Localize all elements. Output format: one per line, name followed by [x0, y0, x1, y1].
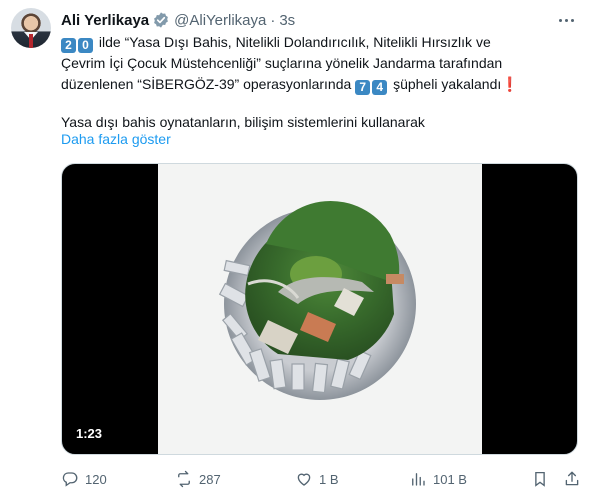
- tweet-card[interactable]: Ali Yerlikaya @AliYerlikaya · 3s 20 ilde…: [0, 0, 592, 499]
- tweet-line-3-text: düzenlenen “SİBERGÖZ-39” operasyonlarınd…: [61, 76, 352, 92]
- avatar-tie: [29, 34, 33, 48]
- tweet-line-1-text: ilde “Yasa Dışı Bahis, Nitelikli Dolandı…: [98, 34, 491, 50]
- author-handle[interactable]: @AliYerlikaya: [174, 12, 266, 29]
- tweet-line-3: düzenlenen “SİBERGÖZ-39” operasyonlarınd…: [61, 74, 581, 95]
- like-button[interactable]: 1 B: [295, 469, 339, 489]
- share-button[interactable]: [563, 469, 587, 489]
- tweet-actions: 120 287 1 B 101 B: [61, 469, 581, 489]
- author-name[interactable]: Ali Yerlikaya: [61, 12, 149, 29]
- exclamation-emoji: ❗: [501, 76, 519, 92]
- keycap-digit: 0: [78, 38, 93, 53]
- tweet-line-2: Çevrim İçi Çocuk Müstehcenliği” suçların…: [61, 55, 503, 71]
- repost-count: 287: [199, 471, 221, 487]
- reply-button[interactable]: 120: [61, 469, 107, 489]
- show-more-link[interactable]: Daha fazla göster: [61, 131, 171, 147]
- repost-icon: [178, 470, 190, 488]
- repost-button[interactable]: 287: [175, 469, 221, 489]
- more-options-icon[interactable]: [556, 10, 576, 30]
- keycap-digit: 7: [355, 80, 371, 95]
- reply-icon: [62, 472, 78, 487]
- views-count: 101 B: [433, 471, 467, 487]
- keycap-digit: 4: [372, 80, 388, 95]
- tweet-line-4: Yasa dışı bahis oynatanların, bilişim si…: [61, 114, 425, 130]
- video-player[interactable]: 1:23: [61, 163, 578, 455]
- video-duration: 1:23: [76, 426, 103, 441]
- separator-dot: ·: [270, 11, 276, 29]
- keycap-digit: 2: [61, 38, 76, 53]
- tweet-text: 20 ilde “Yasa Dışı Bahis, Nitelikli Dola…: [61, 32, 581, 133]
- like-count: 1 B: [319, 471, 339, 487]
- verified-badge-icon[interactable]: [152, 11, 170, 29]
- tweet-time[interactable]: 3s: [279, 12, 295, 29]
- heart-icon: [297, 473, 311, 486]
- avatar[interactable]: [11, 8, 51, 48]
- tweet-header: Ali Yerlikaya @AliYerlikaya · 3s: [61, 10, 295, 30]
- reply-count: 120: [85, 471, 107, 487]
- tweet-line-1: 20 ilde “Yasa Dışı Bahis, Nitelikli Dola…: [61, 32, 581, 53]
- views-chart-icon: [412, 473, 425, 486]
- tweet-line-3-tail: şüpheli yakalandı: [393, 76, 502, 92]
- share-icon: [565, 471, 579, 486]
- views-button[interactable]: 101 B: [409, 469, 467, 489]
- video-frame[interactable]: [158, 164, 482, 454]
- bookmark-icon: [535, 471, 545, 487]
- bookmark-button[interactable]: [531, 469, 555, 489]
- tiny-planet-image: [218, 201, 416, 400]
